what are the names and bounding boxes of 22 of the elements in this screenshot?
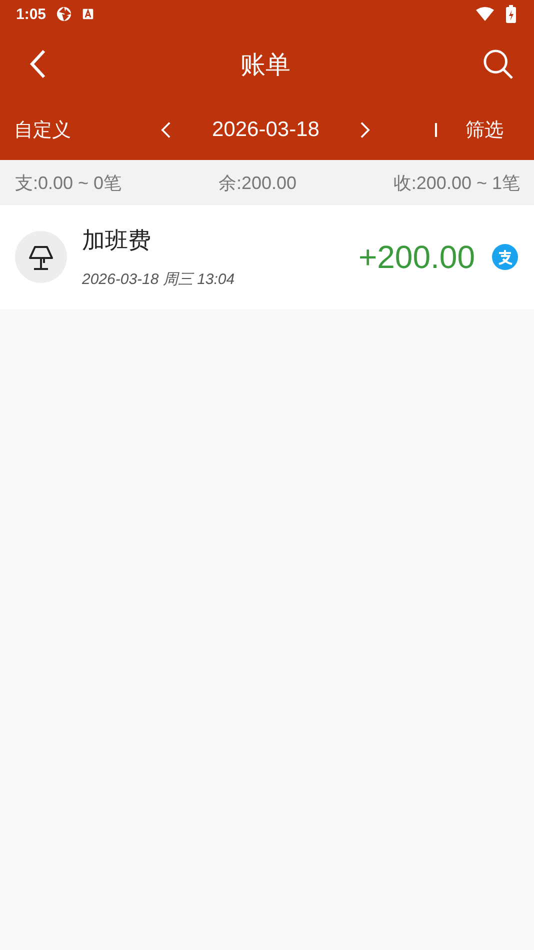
- status-time: 1:05: [16, 6, 46, 22]
- battery-icon: [506, 5, 516, 23]
- aperture-icon: [56, 6, 72, 22]
- page-title: 账单: [240, 48, 290, 80]
- transaction-row[interactable]: 加班费 2026-03-18 周三 13:04 +200.00: [0, 205, 534, 309]
- range-mode-button[interactable]: 自定义: [14, 117, 160, 143]
- transaction-datetime: 2026-03-18 周三 13:04: [82, 270, 236, 289]
- filter-button[interactable]: 筛选: [465, 117, 504, 143]
- transaction-title: 加班费: [82, 227, 152, 256]
- expense-summary: 支:0.00 ~ 0笔: [15, 172, 122, 194]
- lamp-icon: [15, 231, 67, 283]
- date-label[interactable]: 2026-03-18: [212, 118, 320, 142]
- notification-icon: [82, 8, 94, 20]
- back-icon[interactable]: [28, 49, 48, 79]
- balance-summary: 余:200.00: [218, 172, 297, 194]
- next-icon[interactable]: [359, 121, 372, 139]
- search-icon[interactable]: [483, 48, 514, 80]
- income-summary: 收:200.00 ~ 1笔: [393, 172, 520, 194]
- wifi-icon: [476, 7, 494, 21]
- previous-icon[interactable]: [160, 121, 172, 139]
- payment-app-icon: [492, 244, 518, 270]
- transaction-amount: +200.00: [358, 238, 475, 276]
